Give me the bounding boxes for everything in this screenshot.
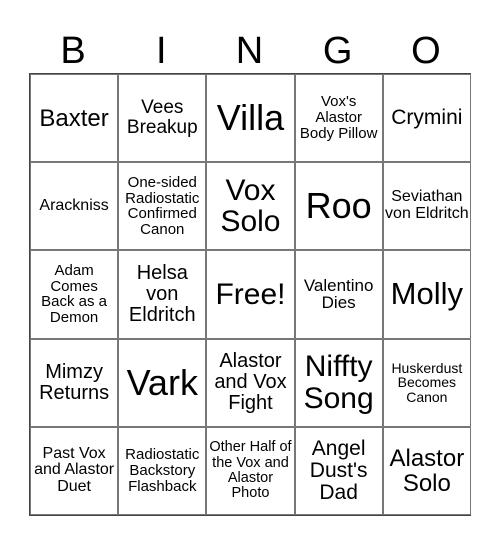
bingo-cell[interactable]: Seviathan von Eldritch [382,162,471,251]
cell-label: Vox Solo [220,173,281,239]
cell-label: Vees Breakup [126,97,198,139]
bingo-cell[interactable]: Vark [118,338,207,427]
cell-label: Molly [390,276,464,312]
bingo-grid: Baxter Vees Breakup Villa Vox's Alastor Bod… [29,73,471,516]
cell-label: Past Vox and Alastor Duet [34,444,115,496]
header-letter-i: I [156,30,167,72]
bingo-cell[interactable]: Helsa von Eldritch [118,250,207,339]
bingo-cell[interactable]: Huskerdust Becomes Canon [382,338,471,427]
header-letter-b: B [60,30,86,72]
cell-label: Roo [305,185,372,227]
bingo-cell[interactable]: Alastor and Vox Fight [206,338,295,427]
bingo-cell[interactable]: Baxter [30,74,119,163]
header-letter-o: O [411,30,441,72]
bingo-cell[interactable]: Mimzy Returns [30,338,119,427]
header-letter-g: G [322,30,353,72]
header-letter-n: N [235,30,264,72]
cell-label: Radiostatic Backstory Flashback [125,446,200,495]
cell-label: Baxter [39,104,109,132]
bingo-cell[interactable]: Niffty Song [294,338,383,427]
cell-label: Other Half of the Vox and Alastor Photo [209,439,292,502]
bingo-cell[interactable]: Alastor Solo [382,426,471,515]
bingo-cell[interactable]: Other Half of the Vox and Alastor Photo [206,426,295,515]
bingo-cell[interactable]: Valentino Dies [294,250,383,339]
cell-label: Vark [126,361,198,403]
cell-label: Vox's Alastor Body Pillow [299,93,378,142]
bingo-cell[interactable]: One-sided Radiostatic Confirmed Canon [118,162,207,251]
cell-label: Huskerdust Becomes Canon [391,359,463,405]
cell-label: Free! [215,277,286,311]
cell-label: Seviathan von Eldritch [385,188,469,223]
bingo-cell[interactable]: Vox Solo [206,162,295,251]
bingo-cell[interactable]: Arackniss [30,162,119,251]
cell-label: Niffty Song [303,350,374,415]
free-space-cell[interactable]: Free! [206,250,295,339]
bingo-header: B I N G O [29,0,470,73]
bingo-cell[interactable]: Roo [294,162,383,251]
cell-label: Angel Dust's Dad [309,436,368,504]
cell-label: Arackniss [39,196,109,214]
bingo-cell[interactable]: Molly [382,250,471,339]
bingo-cell[interactable]: Vees Breakup [118,74,207,163]
bingo-cell[interactable]: Adam Comes Back as a Demon [30,250,119,339]
bingo-cell[interactable]: Crymini [382,74,471,163]
bingo-card: B I N G O Baxter Vees Breakup Villa Vox's A… [29,0,471,516]
bingo-cell[interactable]: Past Vox and Alastor Duet [30,426,119,515]
cell-label: Helsa von Eldritch [128,261,196,326]
cell-label: One-sided Radiostatic Confirmed Canon [125,173,200,239]
cell-label: Crymini [391,106,463,130]
cell-label: Villa [216,97,285,139]
bingo-cell[interactable]: Villa [206,74,295,163]
cell-label: Alastor and Vox Fight [214,350,287,415]
cell-label: Alastor Solo [389,444,465,497]
cell-label: Valentino Dies [303,275,374,313]
cell-label: Adam Comes Back as a Demon [41,261,108,327]
bingo-cell[interactable]: Vox's Alastor Body Pillow [294,74,383,163]
bingo-cell[interactable]: Radiostatic Backstory Flashback [118,426,207,515]
bingo-cell[interactable]: Angel Dust's Dad [294,426,383,515]
cell-label: Mimzy Returns [39,360,110,404]
